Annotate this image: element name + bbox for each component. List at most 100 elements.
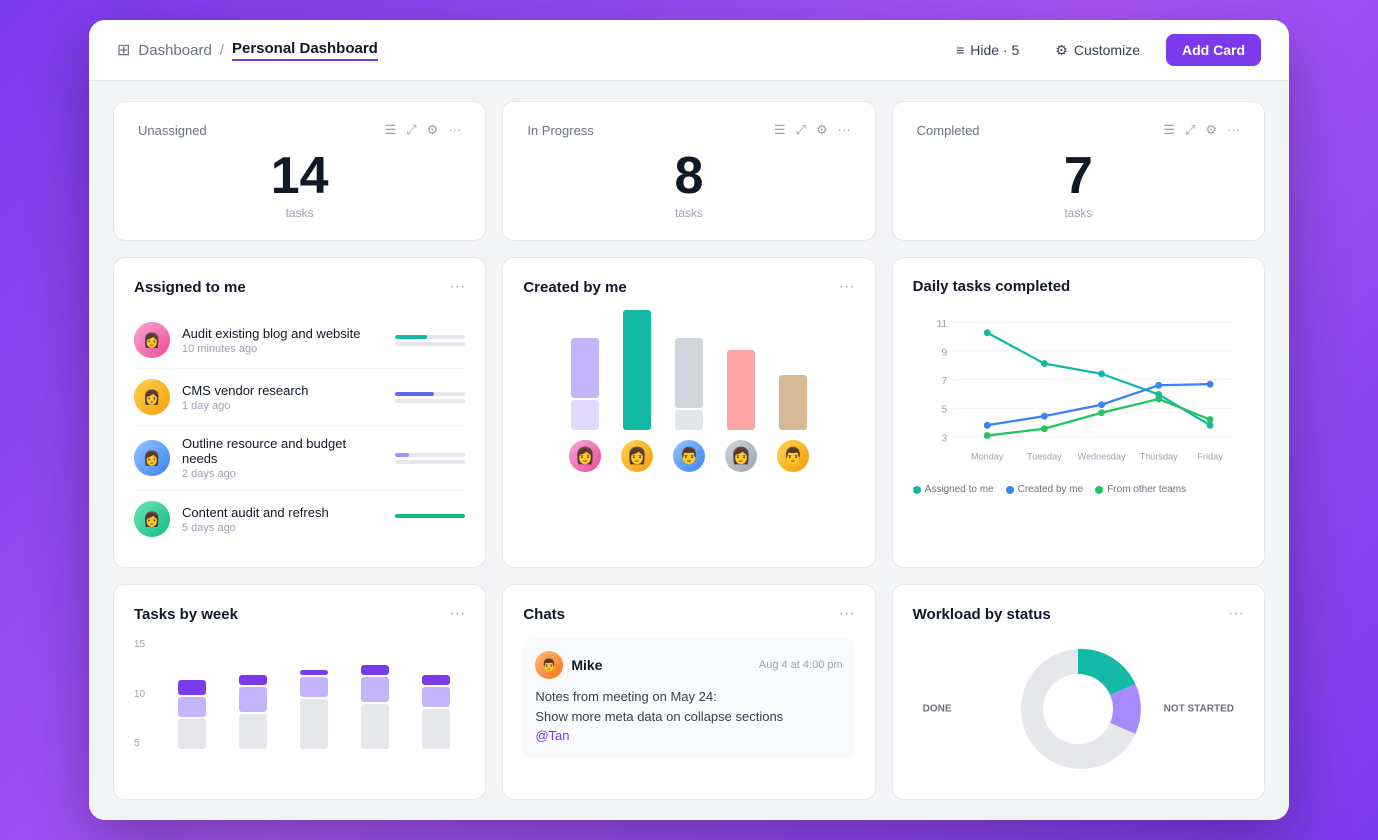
header: ⊞ Dashboard / Personal Dashboard ≡ Hide … [89, 20, 1289, 81]
settings-icon[interactable]: ⚙ [1205, 122, 1217, 138]
svg-text:3: 3 [941, 433, 947, 444]
bar-column: 👨 [777, 375, 809, 472]
completed-icons: ☰ ⤢ ⚙ ··· [1163, 122, 1240, 138]
svg-text:Thursday: Thursday [1139, 452, 1177, 462]
more-icon[interactable]: ··· [1227, 122, 1240, 138]
completed-card: Completed ☰ ⤢ ⚙ ··· 7 tasks [892, 101, 1265, 241]
task-time: 1 day ago [182, 400, 383, 412]
in-progress-number: 8 [527, 150, 850, 202]
tasks-week-more[interactable]: ··· [449, 605, 465, 623]
tasks-by-week-card: Tasks by week ··· 15 10 5 [113, 584, 486, 800]
expand-icon[interactable]: ⤢ [406, 122, 416, 138]
chats-more[interactable]: ··· [839, 605, 855, 623]
chat-message: 👨 Mike Aug 4 at 4:00 pm Notes from meeti… [523, 639, 854, 758]
chart-legend: Assigned to me Created by me From other … [913, 484, 1244, 495]
header-actions: ≡ Hide · 5 ⚙ Customize Add Card [946, 34, 1261, 66]
task-name: CMS vendor research [182, 383, 383, 398]
customize-button[interactable]: ⚙ Customize [1045, 36, 1150, 65]
daily-tasks-title: Daily tasks completed [913, 278, 1071, 295]
task-list: 👩 Audit existing blog and website 10 min… [134, 312, 465, 547]
created-bar-chart: 👩 👩 [523, 312, 854, 472]
y-label: 10 [134, 689, 145, 700]
completed-label: tasks [917, 206, 1240, 220]
chat-text: Notes from meeting on May 24: Show more … [535, 687, 842, 746]
pie-chart-wrapper: DONE NOT STARTED [913, 639, 1244, 779]
line-chart-svg: 11 9 7 5 3 Monday Tuesday Wednesday Thur… [913, 311, 1244, 471]
app-container: ⊞ Dashboard / Personal Dashboard ≡ Hide … [89, 20, 1289, 820]
middle-row: Assigned to me ··· 👩 Audit existing blog… [113, 257, 1265, 568]
filter-icon[interactable]: ☰ [774, 122, 786, 138]
assigned-more-button[interactable]: ··· [449, 278, 465, 296]
week-bar [288, 670, 339, 749]
task-time: 2 days ago [182, 468, 383, 480]
legend-label: Assigned to me [925, 484, 994, 495]
settings-icon[interactable]: ⚙ [427, 122, 439, 138]
expand-icon[interactable]: ⤢ [796, 122, 806, 138]
chat-avatar: 👨 [535, 651, 563, 679]
workload-more[interactable]: ··· [1228, 605, 1244, 623]
chat-line2: Show more meta data on collapse sections [535, 707, 842, 727]
y-label: 5 [134, 738, 145, 749]
bottom-row: Tasks by week ··· 15 10 5 [113, 584, 1265, 800]
completed-title: Completed [917, 123, 980, 138]
task-name: Content audit and refresh [182, 505, 383, 520]
legend-item-assigned: Assigned to me [913, 484, 994, 495]
task-item: 👩 Audit existing blog and website 10 min… [134, 312, 465, 369]
filter-icon[interactable]: ☰ [385, 122, 397, 138]
chat-time: Aug 4 at 4:00 pm [759, 659, 843, 671]
gear-icon: ⚙ [1055, 42, 1068, 59]
settings-icon[interactable]: ⚙ [816, 122, 828, 138]
avatar: 👩 [134, 379, 170, 415]
chat-header-row: 👨 Mike Aug 4 at 4:00 pm [535, 651, 842, 679]
legend-dot [1095, 486, 1103, 494]
chat-sender: 👨 Mike [535, 651, 602, 679]
y-label: 15 [134, 639, 145, 650]
in-progress-card: In Progress ☰ ⤢ ⚙ ··· 8 tasks [502, 101, 875, 241]
dashboard-icon: ⊞ [117, 40, 130, 60]
completed-number: 7 [917, 150, 1240, 202]
more-icon[interactable]: ··· [838, 122, 851, 138]
created-more-button[interactable]: ··· [839, 278, 855, 296]
created-by-me-card: Created by me ··· 👩 [502, 257, 875, 568]
chat-line1: Notes from meeting on May 24: [535, 687, 842, 707]
breadcrumb: ⊞ Dashboard / Personal Dashboard [117, 40, 378, 61]
task-item: 👩 Content audit and refresh 5 days ago [134, 491, 465, 547]
unassigned-number: 14 [138, 150, 461, 202]
daily-tasks-card: Daily tasks completed 11 9 7 5 [892, 257, 1265, 568]
avatar: 👩 [134, 322, 170, 358]
bar-avatar: 👨 [777, 440, 809, 472]
sliders-icon: ≡ [956, 42, 964, 58]
chats-card: Chats ··· 👨 Mike Aug 4 at 4:00 pm [502, 584, 875, 800]
task-progress [395, 453, 465, 464]
unassigned-icons: ☰ ⤢ ⚙ ··· [385, 122, 462, 138]
avatar: 👩 [134, 501, 170, 537]
assigned-to-me-card: Assigned to me ··· 👩 Audit existing blog… [113, 257, 486, 568]
tasks-by-week-title: Tasks by week [134, 606, 238, 623]
legend-dot [1006, 486, 1014, 494]
bar-column: 👩 [569, 338, 601, 472]
breadcrumb-current: Personal Dashboard [232, 40, 378, 61]
main-content: Unassigned ☰ ⤢ ⚙ ··· 14 tasks In Progres… [89, 81, 1289, 820]
hide-label: Hide · 5 [970, 42, 1019, 58]
task-progress [395, 335, 465, 346]
chat-mention[interactable]: @Tan [535, 726, 842, 746]
in-progress-title: In Progress [527, 123, 593, 138]
in-progress-label: tasks [527, 206, 850, 220]
task-time: 10 minutes ago [182, 343, 383, 355]
add-card-button[interactable]: Add Card [1166, 34, 1261, 66]
task-info: Audit existing blog and website 10 minut… [182, 326, 383, 355]
filter-icon[interactable]: ☰ [1163, 122, 1175, 138]
task-name: Audit existing blog and website [182, 326, 383, 341]
svg-text:Monday: Monday [971, 452, 1004, 462]
svg-text:9: 9 [941, 348, 947, 359]
week-chart [162, 639, 465, 749]
bar-column: 👩 [725, 350, 757, 472]
line-chart: 11 9 7 5 3 Monday Tuesday Wednesday Thur… [913, 311, 1244, 491]
expand-icon[interactable]: ⤢ [1185, 122, 1195, 138]
legend-dot [913, 486, 921, 494]
legend-label: Created by me [1018, 484, 1084, 495]
created-title: Created by me [523, 279, 626, 296]
more-icon[interactable]: ··· [448, 122, 461, 138]
bar-avatar: 👩 [725, 440, 757, 472]
hide-button[interactable]: ≡ Hide · 5 [946, 36, 1029, 64]
